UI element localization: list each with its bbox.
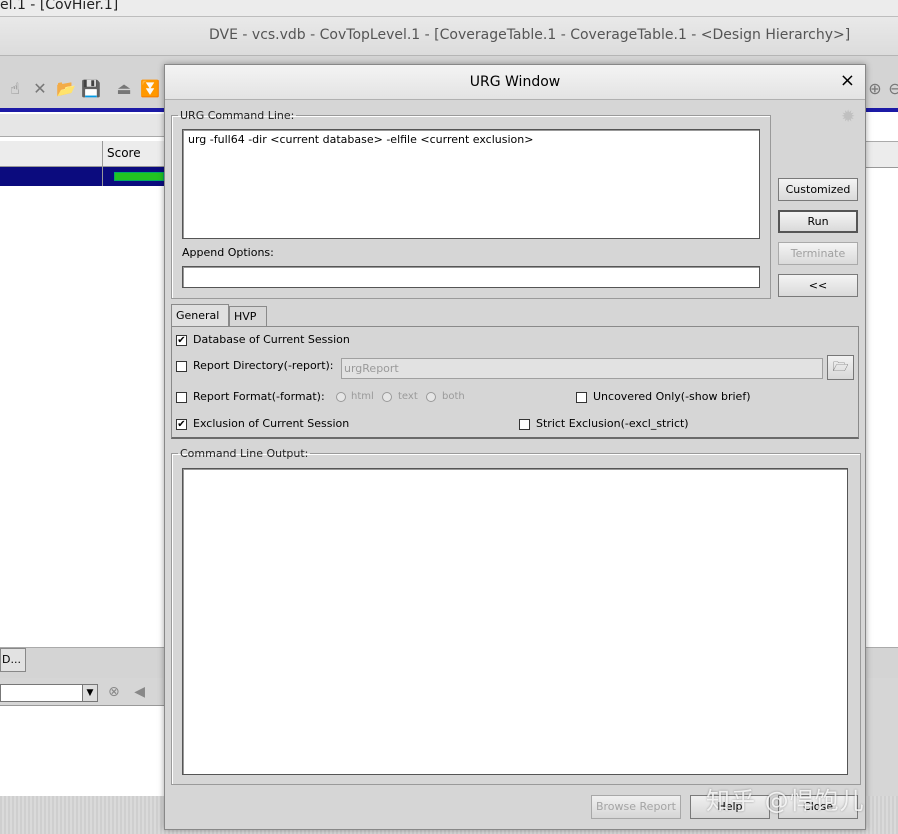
column-separator bbox=[102, 167, 103, 186]
urg-command-line-label: URG Command Line: bbox=[180, 109, 295, 122]
customized-button[interactable]: Customized bbox=[778, 178, 858, 201]
report-directory-input[interactable] bbox=[341, 358, 823, 379]
report-format-checkbox[interactable] bbox=[176, 392, 187, 403]
command-line-text: urg -full64 -dir <current database> -elf… bbox=[188, 133, 534, 146]
terminate-button[interactable]: Terminate bbox=[778, 242, 858, 265]
save-icon[interactable]: 💾 bbox=[81, 80, 101, 98]
table-header: Score bbox=[0, 141, 164, 167]
filter-combobox[interactable]: ▼ bbox=[0, 684, 98, 702]
watermark: 知乎 @悍饱儿 bbox=[706, 787, 865, 815]
uncovered-only-checkbox[interactable] bbox=[576, 392, 587, 403]
background-window-tab-strip: el.1 - [CovHier.1] bbox=[0, 0, 898, 17]
browse-report-button[interactable]: Browse Report bbox=[591, 795, 681, 819]
lower-panel bbox=[0, 705, 164, 797]
open-folder-icon[interactable]: 📂 bbox=[56, 80, 76, 98]
strict-exclusion-label: Strict Exclusion(-excl_strict) bbox=[536, 417, 689, 430]
dialog-title: URG Window bbox=[469, 74, 561, 90]
right-table-header bbox=[866, 141, 898, 168]
delete-icon[interactable]: ✕ bbox=[31, 80, 49, 98]
right-table-panel bbox=[866, 112, 898, 647]
command-line-textarea[interactable]: urg -full64 -dir <current database> -elf… bbox=[182, 129, 760, 239]
score-column-header[interactable]: Score bbox=[107, 146, 141, 160]
folder-icon: 🗁 bbox=[832, 360, 849, 375]
report-directory-label: Report Directory(-report): bbox=[193, 359, 334, 372]
stop-icon[interactable]: ⊗ bbox=[108, 684, 120, 700]
close-icon[interactable]: × bbox=[840, 71, 855, 91]
exclusion-current-session-label: Exclusion of Current Session bbox=[193, 417, 350, 430]
run-button[interactable]: Run bbox=[778, 210, 858, 233]
expand-down-icon[interactable]: ⏬ bbox=[140, 80, 160, 98]
dialog-titlebar[interactable]: URG Window × bbox=[165, 65, 865, 100]
collapse-button[interactable]: << bbox=[778, 274, 858, 297]
urg-dialog: URG Window × URG Command Line: urg -full… bbox=[164, 64, 866, 830]
format-html-label: html bbox=[351, 391, 374, 402]
background-window-titlebar: DVE - vcs.vdb - CovTopLevel.1 - [Coverag… bbox=[0, 17, 898, 56]
zoom-out-icon[interactable]: ⊖ bbox=[886, 80, 898, 98]
format-text-label: text bbox=[398, 391, 418, 402]
database-current-session-label: Database of Current Session bbox=[193, 333, 350, 346]
browse-folder-button[interactable]: 🗁 bbox=[827, 355, 854, 380]
navigation-icons: ⊗ ◀ bbox=[108, 684, 145, 700]
strict-exclusion-checkbox[interactable] bbox=[519, 419, 530, 430]
exclusion-current-session-checkbox[interactable]: ✔ bbox=[176, 419, 187, 430]
background-window-title: DVE - vcs.vdb - CovTopLevel.1 - [Coverag… bbox=[209, 27, 851, 43]
command-line-output-label: Command Line Output: bbox=[180, 447, 309, 460]
tab-general[interactable]: General bbox=[171, 304, 229, 327]
selected-table-row[interactable] bbox=[0, 167, 164, 186]
background-window-tab-text: el.1 - [CovHier.1] bbox=[0, 0, 119, 13]
append-options-input[interactable] bbox=[182, 266, 760, 288]
append-options-label: Append Options: bbox=[182, 246, 274, 259]
zoom-in-icon[interactable]: ⊕ bbox=[866, 80, 884, 98]
format-html-radio[interactable] bbox=[336, 392, 346, 402]
uncovered-only-label: Uncovered Only(-show brief) bbox=[593, 390, 751, 403]
report-format-label: Report Format(-format): bbox=[193, 390, 325, 403]
command-line-output-area[interactable] bbox=[182, 468, 848, 775]
hand-icon[interactable]: ☝ bbox=[6, 80, 24, 98]
tab-hvp[interactable]: HVP bbox=[229, 306, 267, 327]
format-both-radio[interactable] bbox=[426, 392, 436, 402]
column-separator bbox=[102, 141, 103, 166]
format-text-radio[interactable] bbox=[382, 392, 392, 402]
collapse-up-icon[interactable]: ⏏ bbox=[115, 80, 133, 98]
hierarchy-table-panel bbox=[0, 112, 164, 647]
d-button[interactable]: D... bbox=[0, 648, 26, 672]
hierarchy-tab-strip bbox=[0, 114, 164, 137]
score-bar bbox=[114, 172, 164, 181]
back-arrow-icon[interactable]: ◀ bbox=[134, 684, 145, 700]
gear-icon: ✹ bbox=[841, 107, 856, 127]
format-both-label: both bbox=[442, 391, 465, 402]
chevron-down-icon[interactable]: ▼ bbox=[82, 685, 97, 701]
report-directory-checkbox[interactable] bbox=[176, 361, 187, 372]
database-current-session-checkbox[interactable]: ✔ bbox=[176, 335, 187, 346]
